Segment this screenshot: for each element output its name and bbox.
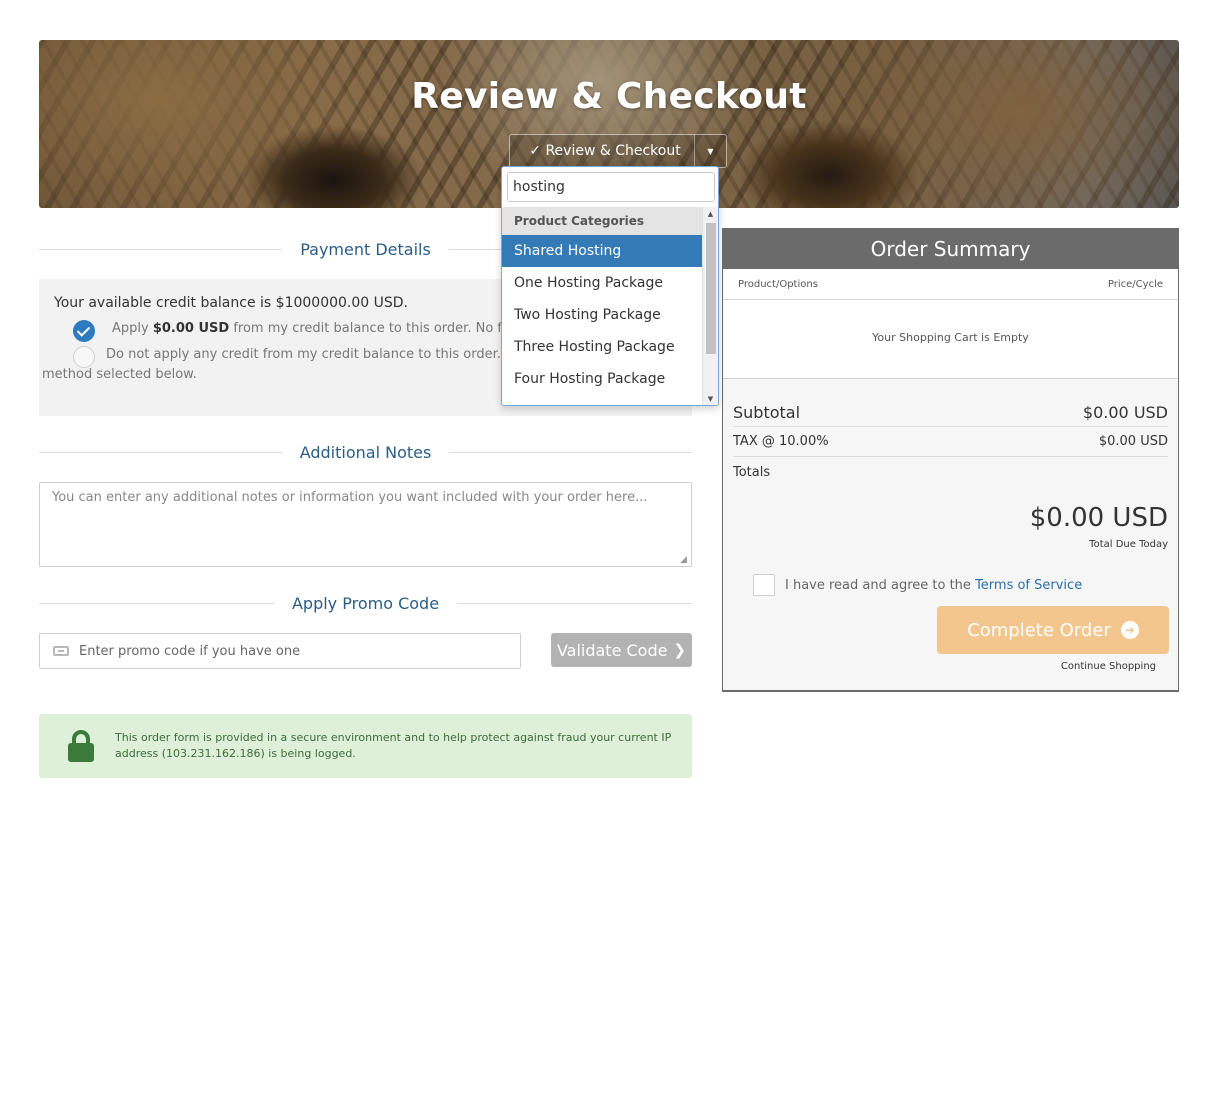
divider <box>457 602 692 604</box>
promo-code-field[interactable] <box>39 633 521 669</box>
section-title: Payment Details <box>300 239 431 259</box>
total-amount: $0.00 USD <box>1029 503 1168 533</box>
resize-grip-icon[interactable]: ◢ <box>680 555 690 565</box>
category-search-input[interactable] <box>507 172 715 202</box>
terms-agreement[interactable]: I have read and agree to the Terms of Se… <box>753 574 1082 596</box>
divider <box>39 451 282 453</box>
tax-value: $0.00 USD <box>1098 434 1168 449</box>
summary-column-headers: Product/Options Price/Cycle <box>723 269 1178 300</box>
caret-down-icon[interactable]: ▼ <box>694 135 726 167</box>
terms-prefix: I have read and agree to the <box>785 577 976 593</box>
order-summary-title: Order Summary <box>723 229 1178 269</box>
tax-row: TAX @ 10.00% $0.00 USD <box>733 427 1168 457</box>
column-price: Price/Cycle <box>1107 278 1163 290</box>
subtotal-value: $0.00 USD <box>1082 403 1168 422</box>
promo-code-input[interactable] <box>77 634 520 668</box>
validate-code-label: Validate Code <box>556 640 668 660</box>
scrollbar-thumb[interactable] <box>706 223 716 354</box>
dropdown-item[interactable]: Three Hosting Package <box>502 331 702 363</box>
scroll-up-icon[interactable]: ▲ <box>703 207 718 221</box>
category-dropdown-menu: Product Categories Shared Hosting One Ho… <box>501 166 719 406</box>
order-summary: Order Summary Product/Options Price/Cycl… <box>722 228 1179 692</box>
column-product: Product/Options <box>738 278 818 290</box>
page-title: Review & Checkout <box>411 76 807 117</box>
apply-credit-amount: $0.00 USD <box>152 321 230 336</box>
terms-text: I have read and agree to the Terms of Se… <box>785 578 1082 593</box>
total-due-caption: Total Due Today <box>1089 539 1168 550</box>
apply-credit-prefix: Apply <box>112 321 153 336</box>
scroll-down-icon[interactable]: ▼ <box>703 392 718 405</box>
terms-of-service-link[interactable]: Terms of Service <box>975 578 1082 593</box>
complete-order-label: Complete Order <box>967 619 1111 641</box>
arrow-right-circle-icon: ➜ <box>1120 621 1139 639</box>
subtotal-row: Subtotal $0.00 USD <box>733 399 1168 427</box>
section-title: Apply Promo Code <box>291 593 440 613</box>
cart-empty-message: Your Shopping Cart is Empty <box>723 300 1178 379</box>
dropdown-item[interactable]: Four Hosting Package <box>502 363 702 395</box>
lock-icon <box>68 730 94 762</box>
tax-label: TAX @ 10.00% <box>733 434 829 449</box>
additional-notes-heading: Additional Notes <box>39 440 692 464</box>
category-list: Product Categories Shared Hosting One Ho… <box>502 207 702 405</box>
complete-order-button[interactable]: Complete Order ➜ <box>937 606 1169 654</box>
no-credit-text-line1: Do not apply any credit from my credit b… <box>106 347 555 362</box>
ticket-icon <box>53 646 69 656</box>
category-dropdown-label[interactable]: ✓ Review & Checkout <box>510 143 694 159</box>
radio-unchecked[interactable] <box>73 346 95 368</box>
divider <box>39 602 274 604</box>
additional-notes-textarea[interactable] <box>39 482 692 567</box>
divider <box>39 248 283 250</box>
promo-code-heading: Apply Promo Code <box>39 591 692 615</box>
continue-shopping-link[interactable]: Continue Shopping <box>1061 661 1156 672</box>
dropdown-scrollbar[interactable]: ▲ ▼ <box>702 207 718 405</box>
chevron-right-icon: ❯ <box>673 641 687 659</box>
no-credit-text-line2: method selected below. <box>42 367 197 382</box>
terms-checkbox[interactable] <box>753 574 775 596</box>
section-title: Additional Notes <box>299 442 432 462</box>
subtotal-label: Subtotal <box>733 403 801 422</box>
secure-notice-text: This order form is provided in a secure … <box>115 731 672 760</box>
validate-code-button[interactable]: Validate Code ❯ <box>551 633 692 667</box>
secure-notice: This order form is provided in a secure … <box>39 714 692 778</box>
dropdown-group-label: Product Categories <box>502 207 702 235</box>
dropdown-item[interactable]: Two Hosting Package <box>502 299 702 331</box>
category-dropdown-button[interactable]: ✓ Review & Checkout ▼ <box>509 134 727 168</box>
dropdown-item-partial[interactable] <box>502 395 702 405</box>
totals-row: Totals <box>733 459 1168 485</box>
dropdown-item[interactable]: Shared Hosting <box>502 235 702 267</box>
radio-checked[interactable] <box>73 320 95 342</box>
divider <box>449 451 692 453</box>
dropdown-item[interactable]: One Hosting Package <box>502 267 702 299</box>
totals-label: Totals <box>733 464 771 480</box>
